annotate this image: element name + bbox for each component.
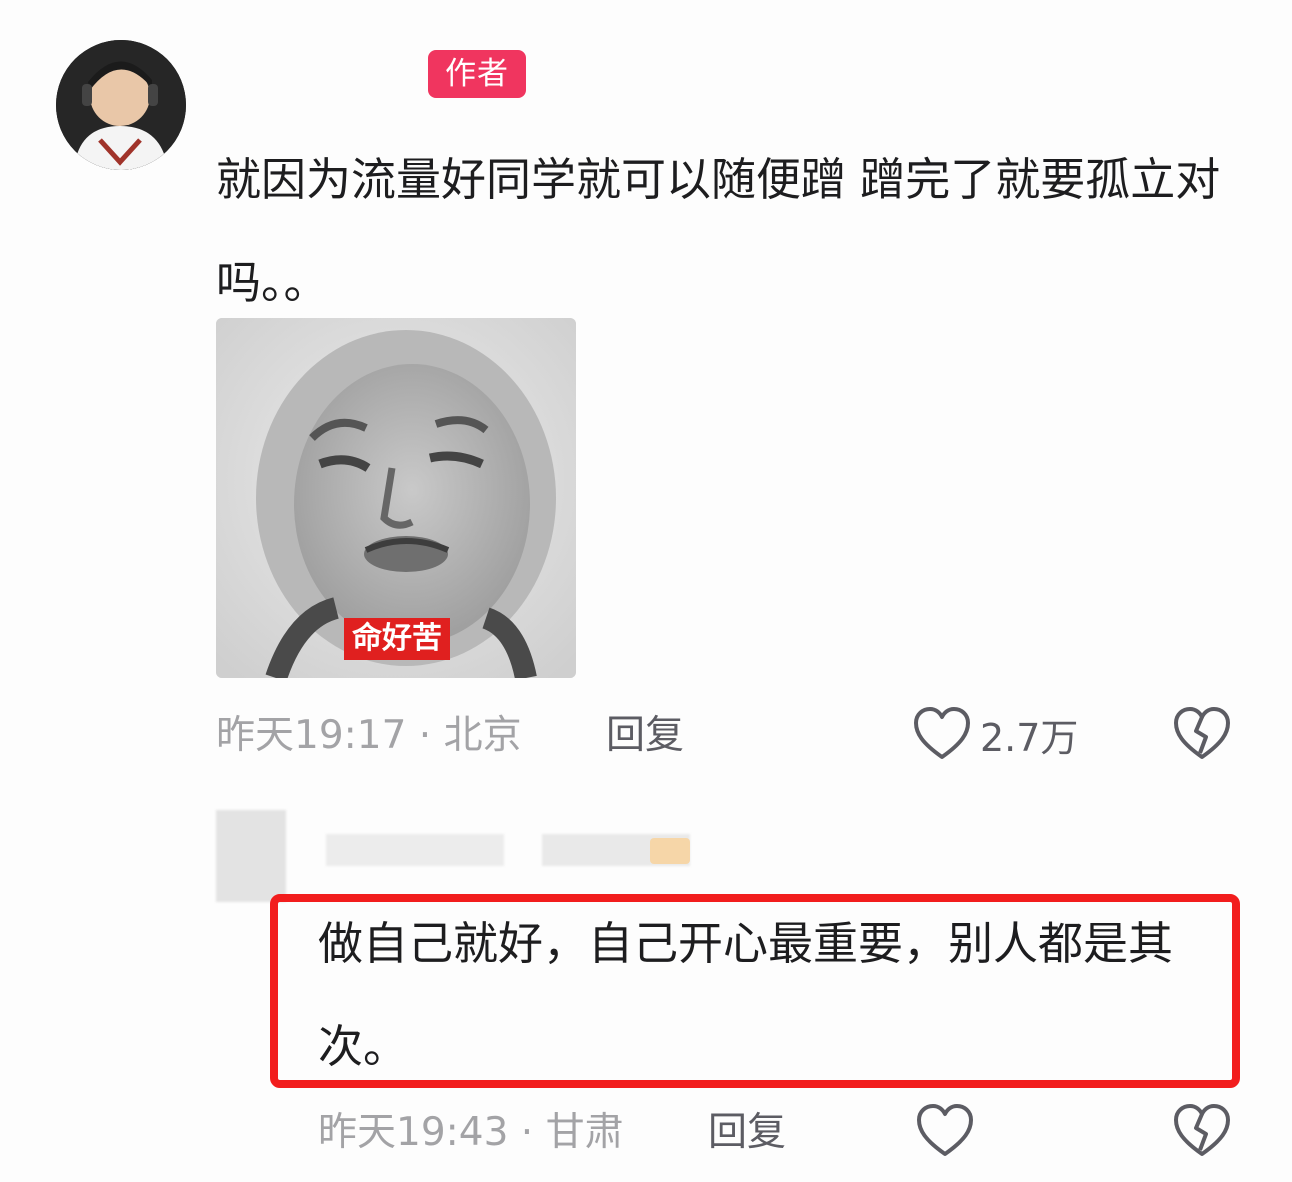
reply-avatar-blurred[interactable] (216, 810, 286, 902)
reply-username-blurred (326, 834, 504, 866)
comment-text: 就因为流量好同学就可以随便蹭 蹭完了就要孤立对吗。。 (216, 153, 1221, 309)
reply-button[interactable]: 回复 (606, 713, 684, 759)
heart-icon[interactable] (912, 705, 972, 763)
reply-badge-dot (650, 838, 690, 864)
reply-dislike-broken-heart-icon[interactable] (1172, 1102, 1232, 1160)
like-count: 2.7万 (980, 716, 1079, 760)
sticker-caption: 命好苦 (344, 618, 450, 660)
author-badge: 作者 (428, 50, 526, 98)
comment-time-location: 昨天19:17 · 北京 (216, 713, 522, 758)
reply-time-location: 昨天19:43 · 甘肃 (318, 1110, 624, 1155)
reply-reply-button[interactable]: 回复 (708, 1110, 786, 1156)
reply-text: 做自己就好，自己开心最重要，别人都是其次。 (318, 917, 1174, 1073)
reply-heart-icon[interactable] (915, 1102, 975, 1160)
avatar[interactable] (56, 40, 186, 170)
dislike-broken-heart-icon[interactable] (1172, 705, 1232, 763)
